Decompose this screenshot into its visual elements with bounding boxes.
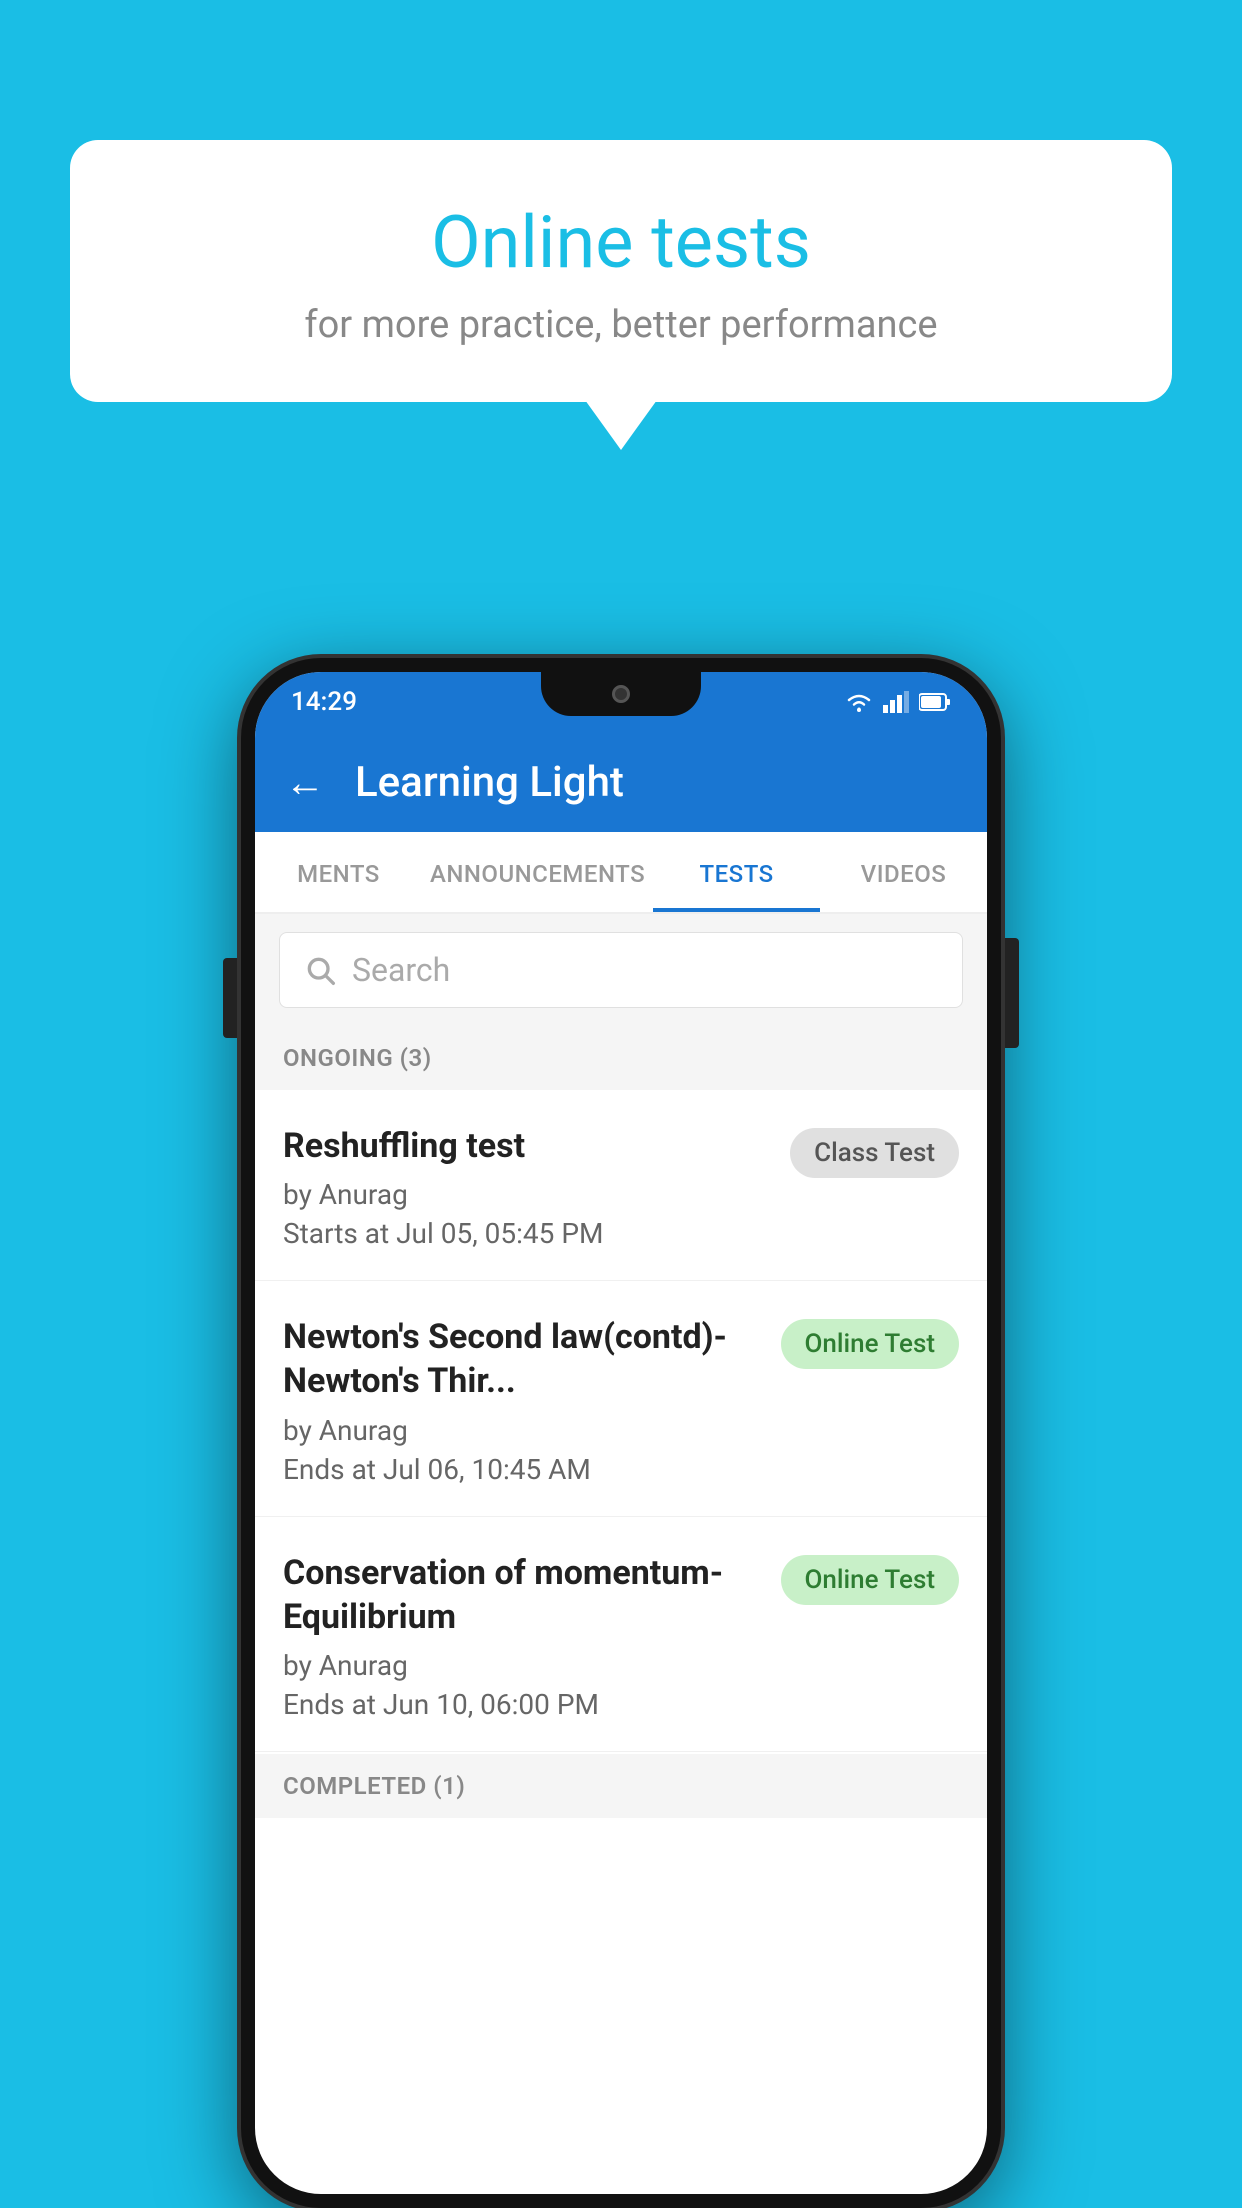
search-input[interactable]: Search (352, 951, 450, 989)
battery-icon (919, 691, 951, 713)
test-item-left: Newton's Second law(contd)-Newton's Thir… (283, 1315, 781, 1485)
test-item-time: Ends at Jul 06, 10:45 AM (283, 1453, 761, 1486)
ongoing-section-header: ONGOING (3) (255, 1026, 987, 1090)
search-input-wrapper[interactable]: Search (279, 932, 963, 1008)
tab-videos[interactable]: VIDEOS (820, 832, 987, 912)
test-item-name: Reshuffling test (283, 1124, 770, 1168)
test-list: Reshuffling test by Anurag Starts at Jul… (255, 1090, 987, 1752)
test-item-author: by Anurag (283, 1178, 770, 1211)
tab-ments[interactable]: MENTS (255, 832, 422, 912)
signal-icon (883, 691, 909, 713)
test-item-left: Conservation of momentum-Equilibrium by … (283, 1551, 781, 1721)
status-icons (845, 691, 951, 713)
test-item[interactable]: Conservation of momentum-Equilibrium by … (255, 1517, 987, 1752)
phone-outer: 14:29 (241, 658, 1001, 2208)
app-bar: ← Learning Light (255, 732, 987, 832)
test-item-time: Starts at Jul 05, 05:45 PM (283, 1217, 770, 1250)
tab-tests[interactable]: TESTS (653, 832, 820, 912)
bubble-title: Online tests (150, 200, 1092, 285)
test-item-author: by Anurag (283, 1414, 761, 1447)
tab-announcements[interactable]: ANNOUNCEMENTS (422, 832, 653, 912)
test-badge-online: Online Test (781, 1319, 960, 1369)
test-item[interactable]: Newton's Second law(contd)-Newton's Thir… (255, 1281, 987, 1516)
status-bar: 14:29 (255, 672, 987, 732)
bubble-subtitle: for more practice, better performance (150, 303, 1092, 347)
search-icon (304, 954, 336, 986)
test-badge-class: Class Test (790, 1128, 959, 1178)
camera-icon (612, 685, 630, 703)
speech-bubble-section: Online tests for more practice, better p… (70, 140, 1172, 402)
test-item-name: Conservation of momentum-Equilibrium (283, 1551, 761, 1639)
phone-notch (541, 672, 701, 716)
test-item[interactable]: Reshuffling test by Anurag Starts at Jul… (255, 1090, 987, 1281)
test-badge-online: Online Test (781, 1555, 960, 1605)
test-item-name: Newton's Second law(contd)-Newton's Thir… (283, 1315, 761, 1403)
test-item-left: Reshuffling test by Anurag Starts at Jul… (283, 1124, 790, 1250)
app-bar-title: Learning Light (355, 758, 624, 807)
speech-bubble: Online tests for more practice, better p… (70, 140, 1172, 402)
test-item-author: by Anurag (283, 1649, 761, 1682)
wifi-icon (845, 691, 873, 713)
test-item-time: Ends at Jun 10, 06:00 PM (283, 1688, 761, 1721)
search-container: Search (255, 914, 987, 1026)
phone-mockup: 14:29 (241, 658, 1001, 2208)
completed-section-header: COMPLETED (1) (255, 1754, 987, 1818)
phone-screen: 14:29 (255, 672, 987, 2194)
back-button[interactable]: ← (285, 759, 325, 806)
tabs-container: MENTS ANNOUNCEMENTS TESTS VIDEOS (255, 832, 987, 914)
status-time: 14:29 (291, 687, 357, 717)
